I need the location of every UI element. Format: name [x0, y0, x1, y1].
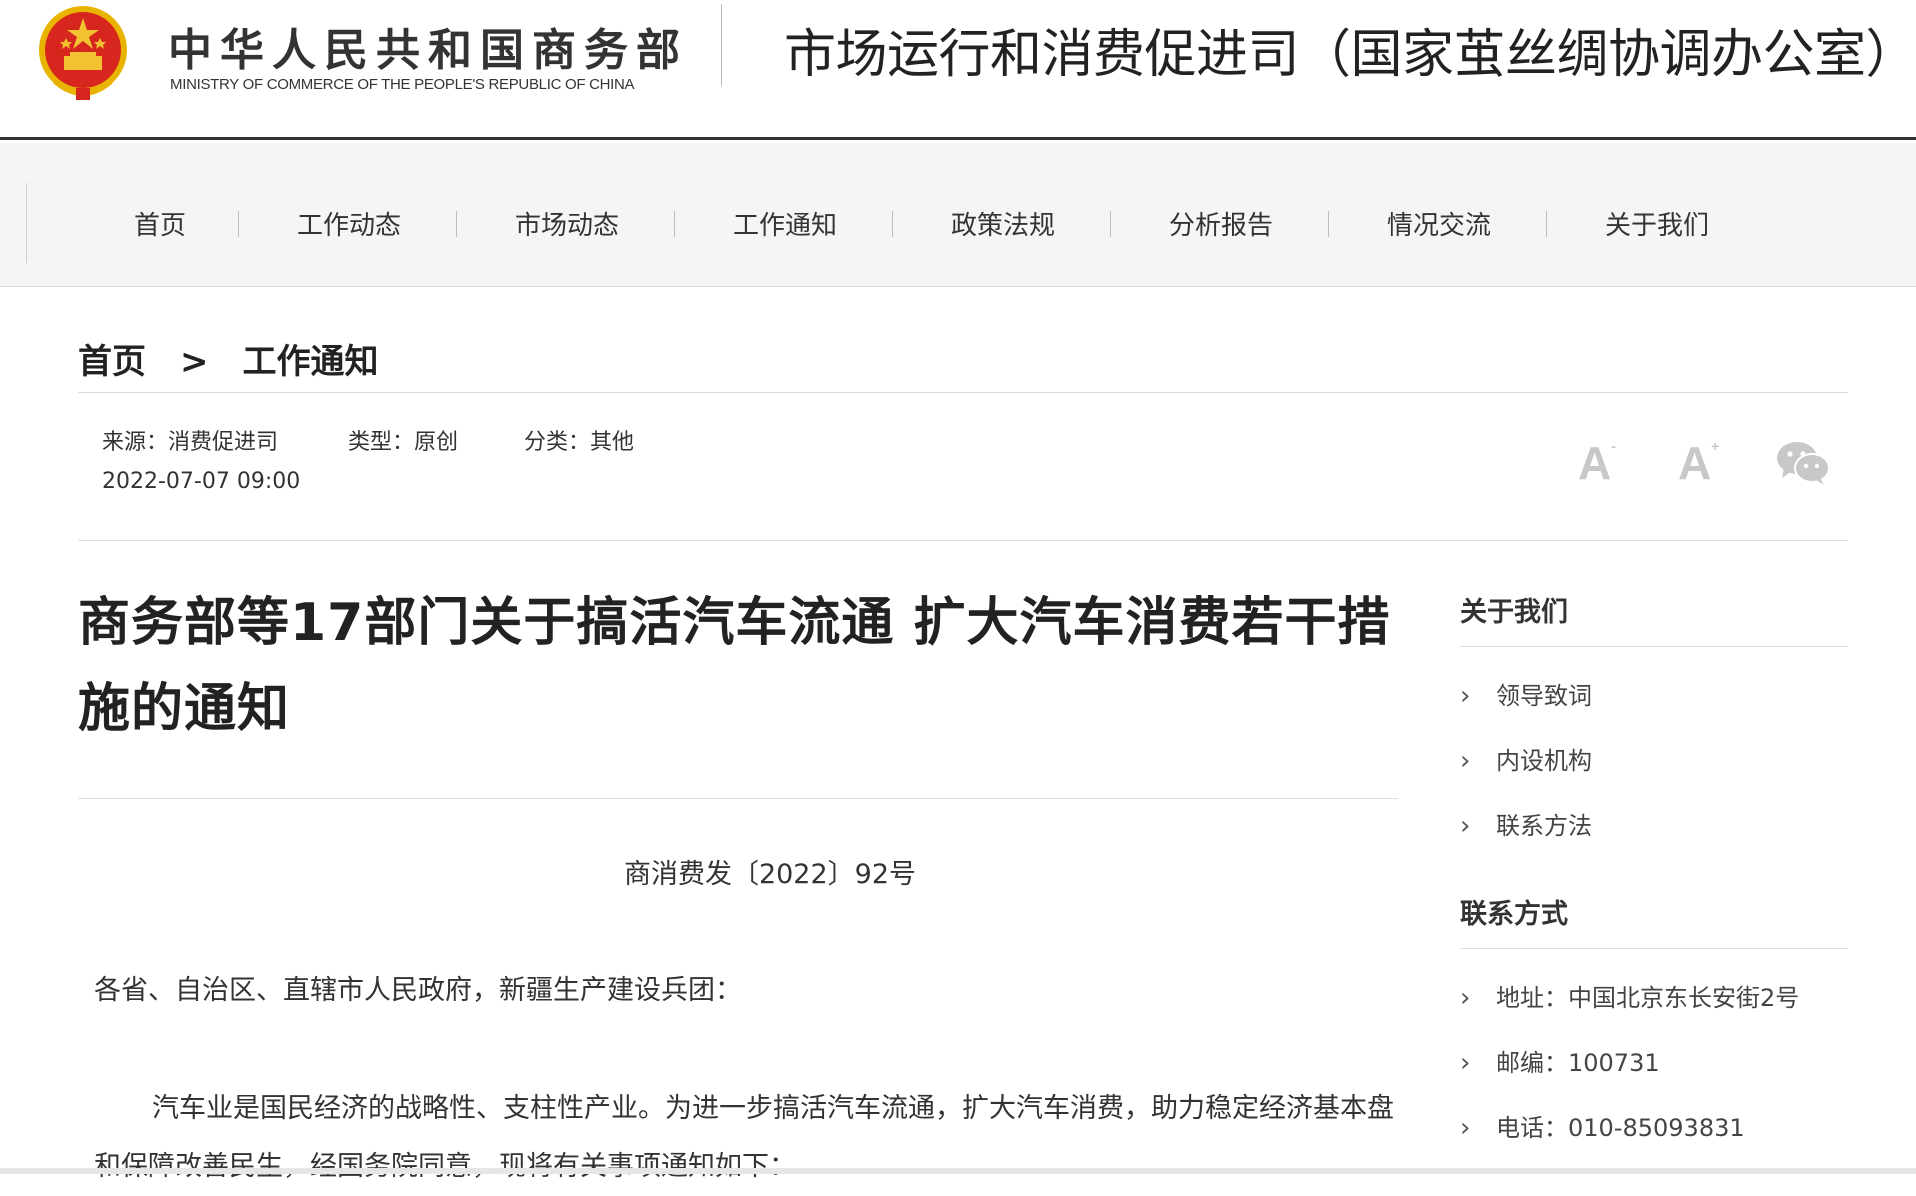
header-divider — [721, 4, 722, 86]
nav-item-work-news[interactable]: 工作动态 — [294, 205, 404, 241]
sidebar-item-label: 内设机构 — [1496, 747, 1592, 775]
nav-item-policies[interactable]: 政策法规 — [948, 205, 1058, 241]
increase-font-label: A — [1678, 437, 1712, 489]
increase-font-sup: + — [1711, 438, 1720, 454]
breadcrumb-current[interactable]: 工作通知 — [243, 334, 379, 383]
divider — [1460, 646, 1848, 647]
sidebar-item-leader-speech[interactable]: › 领导致词 — [1460, 676, 1592, 711]
main-nav: 首页 工作动态 市场动态 工作通知 政策法规 分析报告 情况交流 关于我们 — [0, 143, 1916, 287]
document-number: 商消费发〔2022〕92号 — [623, 859, 917, 890]
nav-divider — [1546, 211, 1547, 237]
site-header: 中华人民共和国商务部 MINISTRY OF COMMERCE OF THE P… — [0, 0, 1916, 140]
contact-address-text: 地址：中国北京东长安街2号 — [1496, 984, 1800, 1012]
sidebar-item-contact-method[interactable]: › 联系方法 — [1460, 806, 1592, 841]
chevron-right-icon: › — [1460, 811, 1471, 841]
nav-item-analysis[interactable]: 分析报告 — [1166, 205, 1276, 241]
nav-divider — [26, 183, 27, 263]
breadcrumb: 首页 > 工作通知 — [78, 334, 379, 383]
increase-font-button[interactable]: A+ — [1678, 436, 1719, 490]
ministry-name-en: MINISTRY OF COMMERCE OF THE PEOPLE'S REP… — [170, 76, 635, 93]
breadcrumb-separator: > — [180, 342, 209, 382]
sidebar-heading-about: 关于我们 — [1460, 597, 1568, 628]
nav-divider — [1328, 211, 1329, 237]
nav-divider — [1110, 211, 1111, 237]
divider — [1460, 948, 1848, 949]
sidebar-item-label: 联系方法 — [1496, 812, 1592, 840]
national-emblem-icon[interactable] — [36, 4, 130, 104]
sidebar-item-departments[interactable]: › 内设机构 — [1460, 741, 1592, 776]
divider — [78, 392, 1848, 393]
article-title: 商务部等17部门关于搞活汽车流通 扩大汽车消费若干措施的通知 — [78, 593, 1391, 739]
sidebar-heading-contact: 联系方式 — [1460, 899, 1568, 930]
chevron-right-icon: › — [1460, 1113, 1471, 1143]
meta-source: 来源：消费促进司 — [102, 430, 279, 455]
decrease-font-sup: - — [1611, 438, 1616, 454]
contact-phone: › 电话：010-85093831 — [1460, 1108, 1745, 1143]
contact-address: › 地址：中国北京东长安街2号 — [1460, 978, 1799, 1013]
page-bottom-edge — [0, 1168, 1916, 1174]
chevron-right-icon: › — [1460, 746, 1471, 776]
divider — [78, 798, 1398, 799]
chevron-right-icon: › — [1460, 1048, 1471, 1078]
decrease-font-button[interactable]: A- — [1578, 436, 1616, 490]
chevron-right-icon: › — [1460, 983, 1471, 1013]
contact-postcode: › 邮编：100731 — [1460, 1043, 1660, 1078]
meta-datetime: 2022-07-07 09:00 — [102, 469, 301, 494]
nav-item-home[interactable]: 首页 — [130, 205, 190, 241]
nav-item-exchange[interactable]: 情况交流 — [1384, 205, 1494, 241]
contact-phone-text: 电话：010-85093831 — [1496, 1114, 1745, 1142]
nav-divider — [892, 211, 893, 237]
nav-divider — [456, 211, 457, 237]
nav-item-work-notices[interactable]: 工作通知 — [730, 205, 840, 241]
breadcrumb-home[interactable]: 首页 — [78, 334, 146, 383]
sidebar-item-label: 领导致词 — [1496, 682, 1592, 710]
meta-type: 类型：原创 — [348, 430, 459, 455]
nav-divider — [238, 211, 239, 237]
ministry-name-cn: 中华人民共和国商务部 — [168, 25, 688, 76]
department-title: 市场运行和消费促进司（国家茧丝绸协调办公室） — [784, 25, 1916, 85]
decrease-font-label: A — [1578, 437, 1612, 489]
article-paragraph: 汽车业是国民经济的战略性、支柱性产业。为进一步搞活汽车流通，扩大汽车消费，助力稳… — [94, 1093, 1394, 1182]
nav-item-about[interactable]: 关于我们 — [1602, 205, 1712, 241]
contact-postcode-text: 邮编：100731 — [1496, 1049, 1660, 1077]
nav-item-market-news[interactable]: 市场动态 — [512, 205, 622, 241]
wechat-icon[interactable] — [1776, 440, 1830, 486]
article-salutation: 各省、自治区、直辖市人民政府，新疆生产建设兵团： — [94, 975, 742, 1006]
divider — [78, 540, 1848, 541]
meta-category: 分类：其他 — [524, 430, 635, 455]
nav-divider — [674, 211, 675, 237]
chevron-right-icon: › — [1460, 681, 1471, 711]
